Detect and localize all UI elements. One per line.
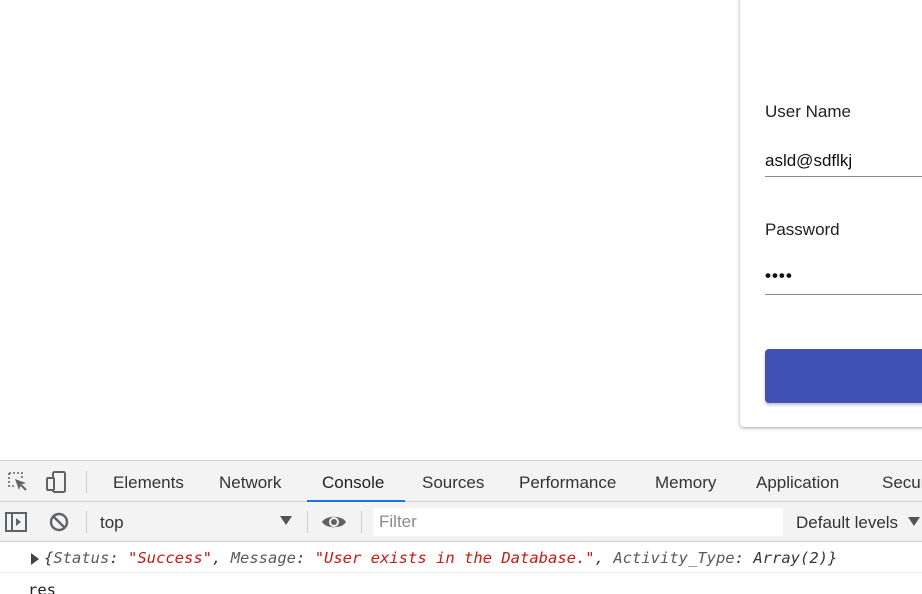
- devtools-panel: Elements Network Console Sources Perform…: [0, 460, 922, 594]
- console-filter-input[interactable]: [373, 508, 783, 536]
- login-card: User Name asld@sdflkj Password ••••: [740, 0, 922, 427]
- console-output: {Status: "Success", Message: "User exist…: [0, 543, 922, 594]
- tab-application[interactable]: Application: [756, 461, 839, 502]
- console-log-object[interactable]: {Status: "Success", Message: "User exist…: [44, 543, 837, 573]
- context-selector[interactable]: top: [100, 502, 124, 542]
- console-input[interactable]: res: [28, 581, 56, 594]
- devtools-tabbar: Elements Network Console Sources Perform…: [0, 461, 922, 502]
- device-toolbar-icon[interactable]: [45, 470, 69, 494]
- password-underline: [765, 294, 922, 295]
- tab-sources[interactable]: Sources: [422, 461, 484, 502]
- tabbar-separator: [86, 471, 87, 493]
- show-sidebar-icon[interactable]: [4, 510, 28, 534]
- tab-memory[interactable]: Memory: [655, 461, 716, 502]
- username-label: User Name: [765, 102, 851, 121]
- toolbar-separator: [86, 511, 87, 533]
- username-field[interactable]: asld@sdflkj: [765, 151, 852, 171]
- tab-security[interactable]: Secur: [882, 461, 922, 502]
- clear-console-icon[interactable]: [47, 510, 71, 534]
- live-expression-icon[interactable]: [321, 510, 346, 534]
- login-button[interactable]: [765, 349, 922, 403]
- inspect-element-icon[interactable]: [6, 470, 30, 494]
- toolbar-separator: [361, 511, 362, 533]
- log-levels-dropdown[interactable]: Default levels: [796, 502, 898, 542]
- toolbar-separator: [307, 511, 308, 533]
- chevron-down-icon[interactable]: [908, 517, 920, 526]
- console-toolbar: top Default levels: [0, 502, 922, 542]
- username-underline: [765, 176, 922, 177]
- page-viewport: User Name asld@sdflkj Password ••••: [0, 0, 922, 460]
- tab-console[interactable]: Console: [307, 461, 405, 502]
- console-log-row[interactable]: {Status: "Success", Message: "User exist…: [0, 543, 922, 573]
- tab-elements[interactable]: Elements: [113, 461, 184, 502]
- tab-performance[interactable]: Performance: [519, 461, 616, 502]
- password-label: Password: [765, 220, 840, 239]
- password-field[interactable]: ••••: [765, 266, 793, 286]
- tab-network[interactable]: Network: [219, 461, 281, 502]
- chevron-down-icon[interactable]: [280, 516, 292, 525]
- expand-arrow-icon[interactable]: [31, 553, 39, 565]
